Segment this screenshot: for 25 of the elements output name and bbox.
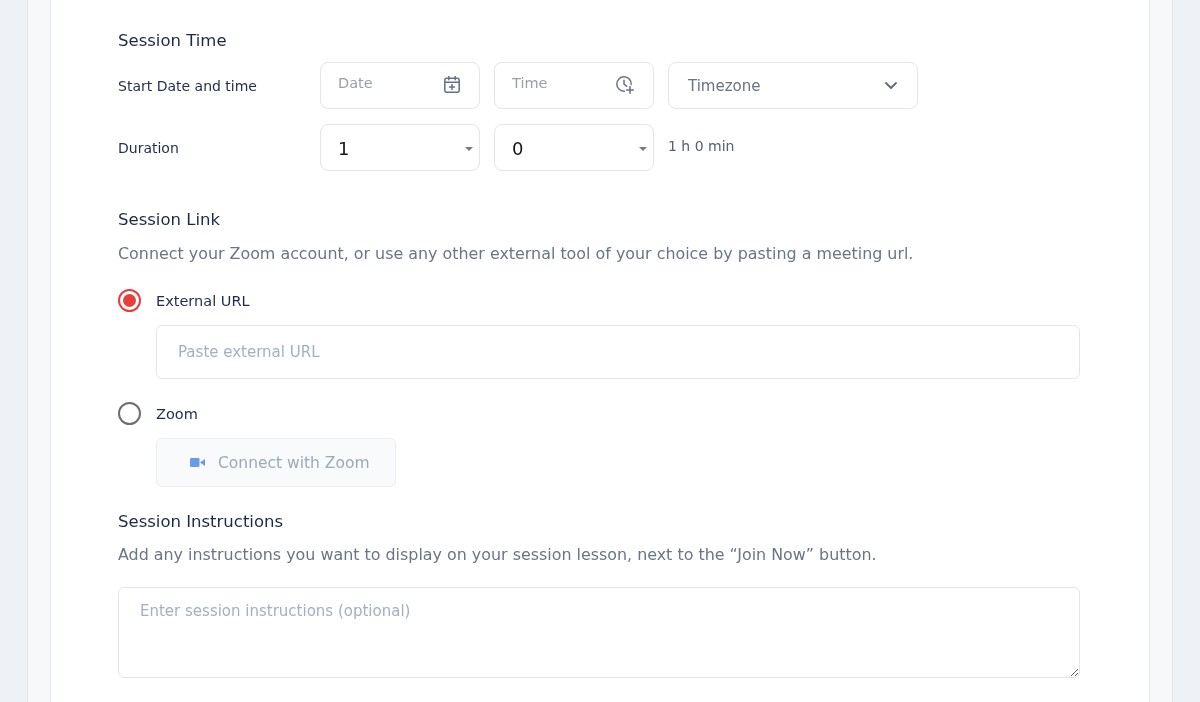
url-input-field[interactable]: Paste external URL [156,325,1080,379]
timezone-select[interactable]: Timezone [668,62,918,109]
section-title: Session Time [118,31,228,51]
section-title: Session Instructions [118,512,285,532]
section-description: Add any instructions you want to display on your session lesson, next to the “Join Now” button. [118,544,878,566]
duration-summary: 1 h 0 min [668,137,735,154]
radio-button[interactable] [118,289,141,312]
caret-down-icon [465,146,473,151]
option-label[interactable]: External URL [156,292,250,309]
caret-down-icon [639,146,647,151]
field-label: Duration [118,139,180,156]
hours-select[interactable]: 1 [320,124,480,171]
date-field[interactable]: Date [320,62,480,109]
instructions-textarea[interactable]: Enter session instructions (optional) [118,587,1080,678]
radio-button[interactable] [118,402,141,425]
video-camera-icon [190,458,205,467]
time-field[interactable]: Time [494,62,654,109]
field-label: Start Date and time [118,77,258,94]
chevron-down-icon [885,82,897,89]
minutes-select[interactable]: 0 [494,124,654,171]
section-title: Session Link [118,210,221,230]
option-label[interactable]: Zoom [156,405,198,422]
calendar-plus-icon [444,76,460,93]
clock-plus-icon [616,76,634,94]
section-description: Connect your Zoom account, or use any other external tool of your choice by pasting a meeting url. [118,243,915,265]
